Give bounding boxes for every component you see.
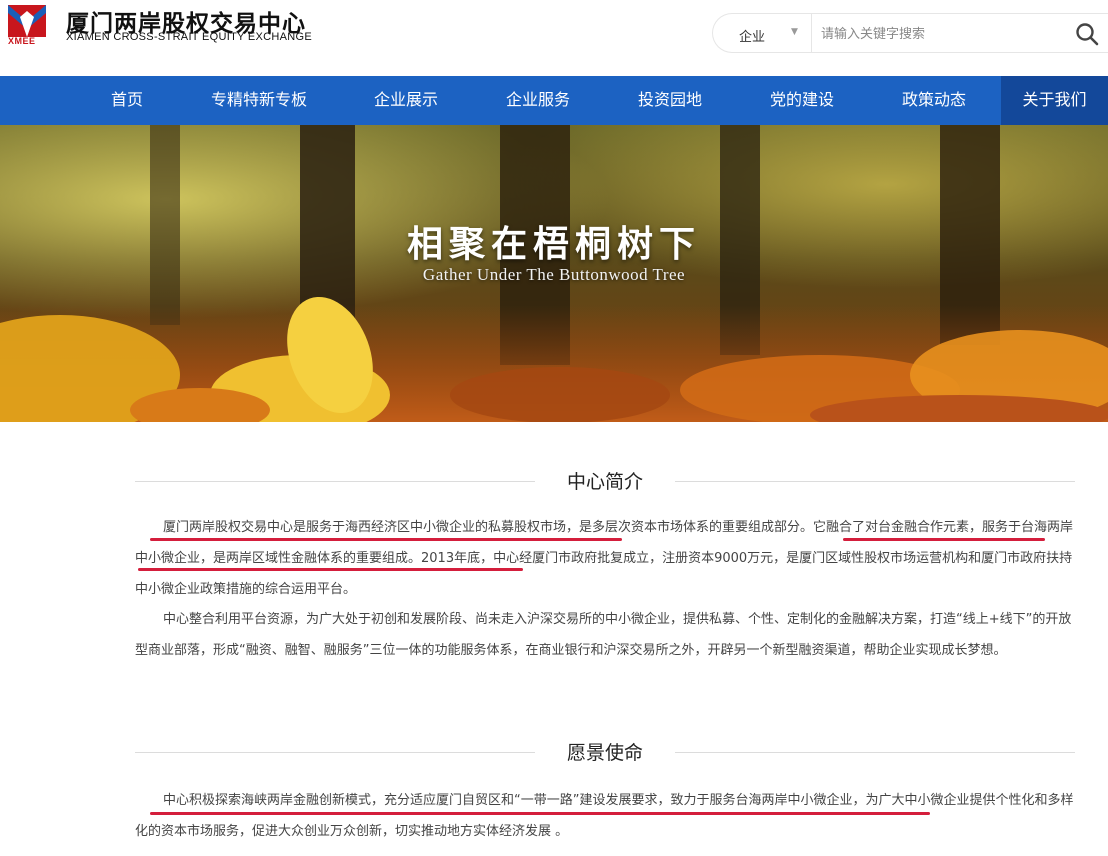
annotation-underline	[150, 538, 622, 541]
nav-item-about[interactable]: 关于我们	[1001, 76, 1108, 125]
nav-item-party-building[interactable]: 党的建设	[758, 76, 846, 125]
intro-paragraph-1: 厦门两岸股权交易中心是服务于海西经济区中小微企业的私募股权市场，是多层次资本市场…	[135, 520, 1074, 597]
section-intro-heading: 中心简介	[135, 467, 1075, 497]
search-icon[interactable]	[1073, 20, 1101, 48]
main-nav: 首页 专精特新专板 企业展示 企业服务 投资园地 党的建设 政策动态 关于我们	[0, 76, 1108, 125]
banner-subtitle: Gather Under The Buttonwood Tree	[422, 265, 686, 284]
vision-paragraph: 中心积极探索海峡两岸金融创新模式，充分适应厦门自贸区和“一带一路”建设发展要求，…	[135, 793, 1074, 839]
nav-item-policy[interactable]: 政策动态	[890, 76, 978, 125]
search-divider	[811, 14, 812, 52]
nav-item-specialized-board[interactable]: 专精特新专板	[200, 76, 318, 125]
nav-item-home[interactable]: 首页	[96, 76, 158, 125]
annotation-underline	[138, 568, 523, 571]
section-title-intro: 中心简介	[566, 471, 643, 493]
nav-item-companies[interactable]: 企业展示	[362, 76, 450, 125]
banner-title: 相聚在梧桐树下	[406, 223, 701, 265]
search-input[interactable]	[819, 22, 1063, 46]
section-vision-heading: 愿景使命	[135, 738, 1075, 768]
search-category-select[interactable]: 企业	[739, 26, 765, 45]
caret-down-icon[interactable]: ▼	[791, 27, 798, 37]
nav-item-investment[interactable]: 投资园地	[626, 76, 714, 125]
hero-banner: 相聚在梧桐树下 Gather Under The Buttonwood Tree	[0, 125, 1108, 422]
search-bar: 企业 ▼	[712, 13, 1108, 53]
brand-name-en: XIAMEN CROSS-STRAIT EQUITY EXCHANGE	[66, 31, 313, 43]
intro-paragraph-2: 中心整合利用平台资源，为广大处于初创和发展阶段、尚未走入沪深交易所的中小微企业，…	[135, 612, 1072, 658]
logo-abbr: XMEE	[8, 36, 36, 46]
section-title-vision: 愿景使命	[566, 742, 643, 764]
site-header: XMEE 厦门两岸股权交易中心 XIAMEN CROSS-STRAIT EQUI…	[0, 0, 1108, 76]
annotation-underline	[150, 812, 930, 815]
annotation-underline	[843, 538, 1045, 541]
nav-item-services[interactable]: 企业服务	[494, 76, 582, 125]
